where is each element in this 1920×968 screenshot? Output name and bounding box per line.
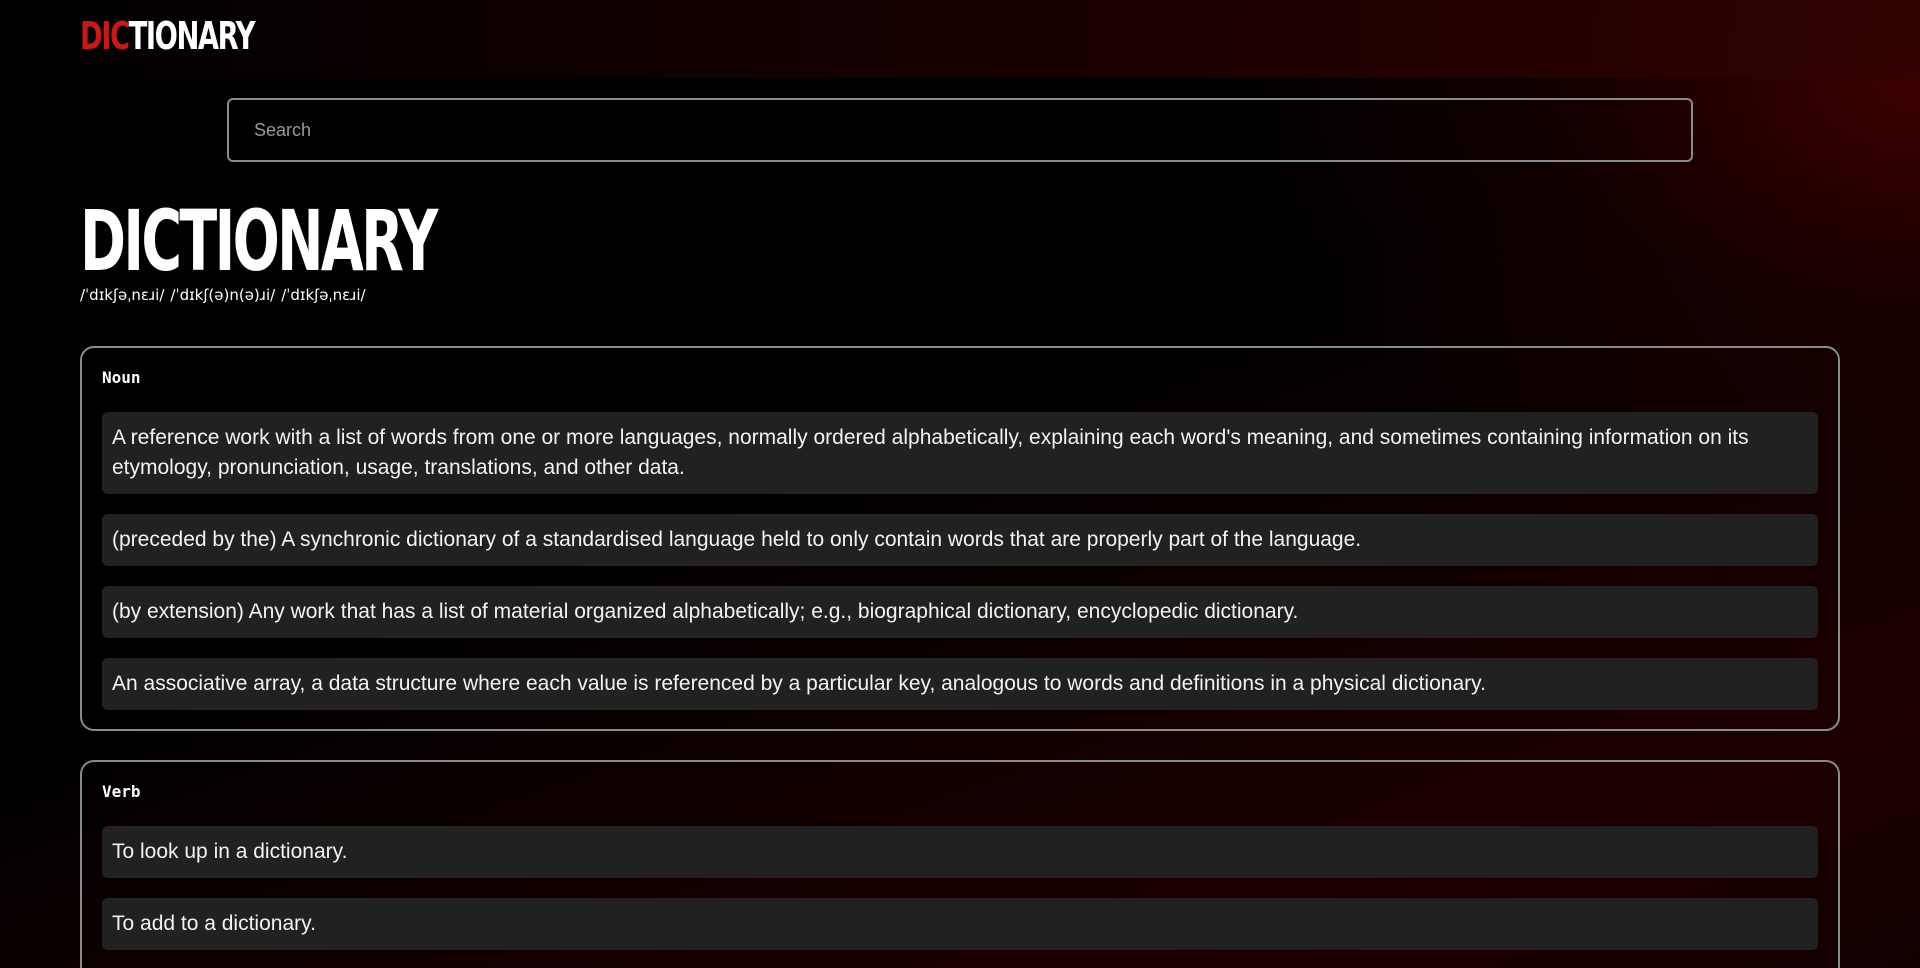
- definition-item: A reference work with a list of words fr…: [102, 412, 1818, 494]
- definition-item: (preceded by the) A synchronic dictionar…: [102, 514, 1818, 566]
- headword: DICTIONARY: [80, 192, 438, 290]
- logo[interactable]: DICTIONARY: [80, 14, 256, 58]
- part-of-speech-label: Verb: [102, 782, 141, 801]
- definition-item: To add to a dictionary.: [102, 898, 1818, 950]
- logo-text: TIONARY: [128, 14, 256, 58]
- page: DICTIONARY DICTIONARY /ˈdɪkʃəˌnɛɹi/ /ˈdɪ…: [0, 0, 1920, 968]
- meaning-card-noun: Noun A reference work with a list of wor…: [80, 346, 1840, 731]
- search-box: [227, 98, 1693, 162]
- top-bar: DICTIONARY: [0, 0, 1920, 78]
- definition-item: (by extension) Any work that has a list …: [102, 586, 1818, 638]
- phonetics-row: /ˈdɪkʃəˌnɛɹi/ /ˈdɪkʃ(ə)n(ə)ɹi/ /ˈdɪkʃəˌn…: [80, 284, 366, 306]
- search-input[interactable]: [229, 100, 1691, 160]
- phonetic: /ˈdɪkʃəˌnɛɹi/: [80, 286, 165, 304]
- phonetic: /ˈdɪkʃəˌnɛɹi/: [281, 286, 366, 304]
- meaning-card-verb: Verb To look up in a dictionary. To add …: [80, 760, 1840, 968]
- phonetic: /ˈdɪkʃ(ə)n(ə)ɹi/: [170, 286, 276, 304]
- part-of-speech-label: Noun: [102, 368, 141, 387]
- definition-item: To look up in a dictionary.: [102, 826, 1818, 878]
- definition-item: An associative array, a data structure w…: [102, 658, 1818, 710]
- logo-accent-text: DIC: [80, 14, 130, 58]
